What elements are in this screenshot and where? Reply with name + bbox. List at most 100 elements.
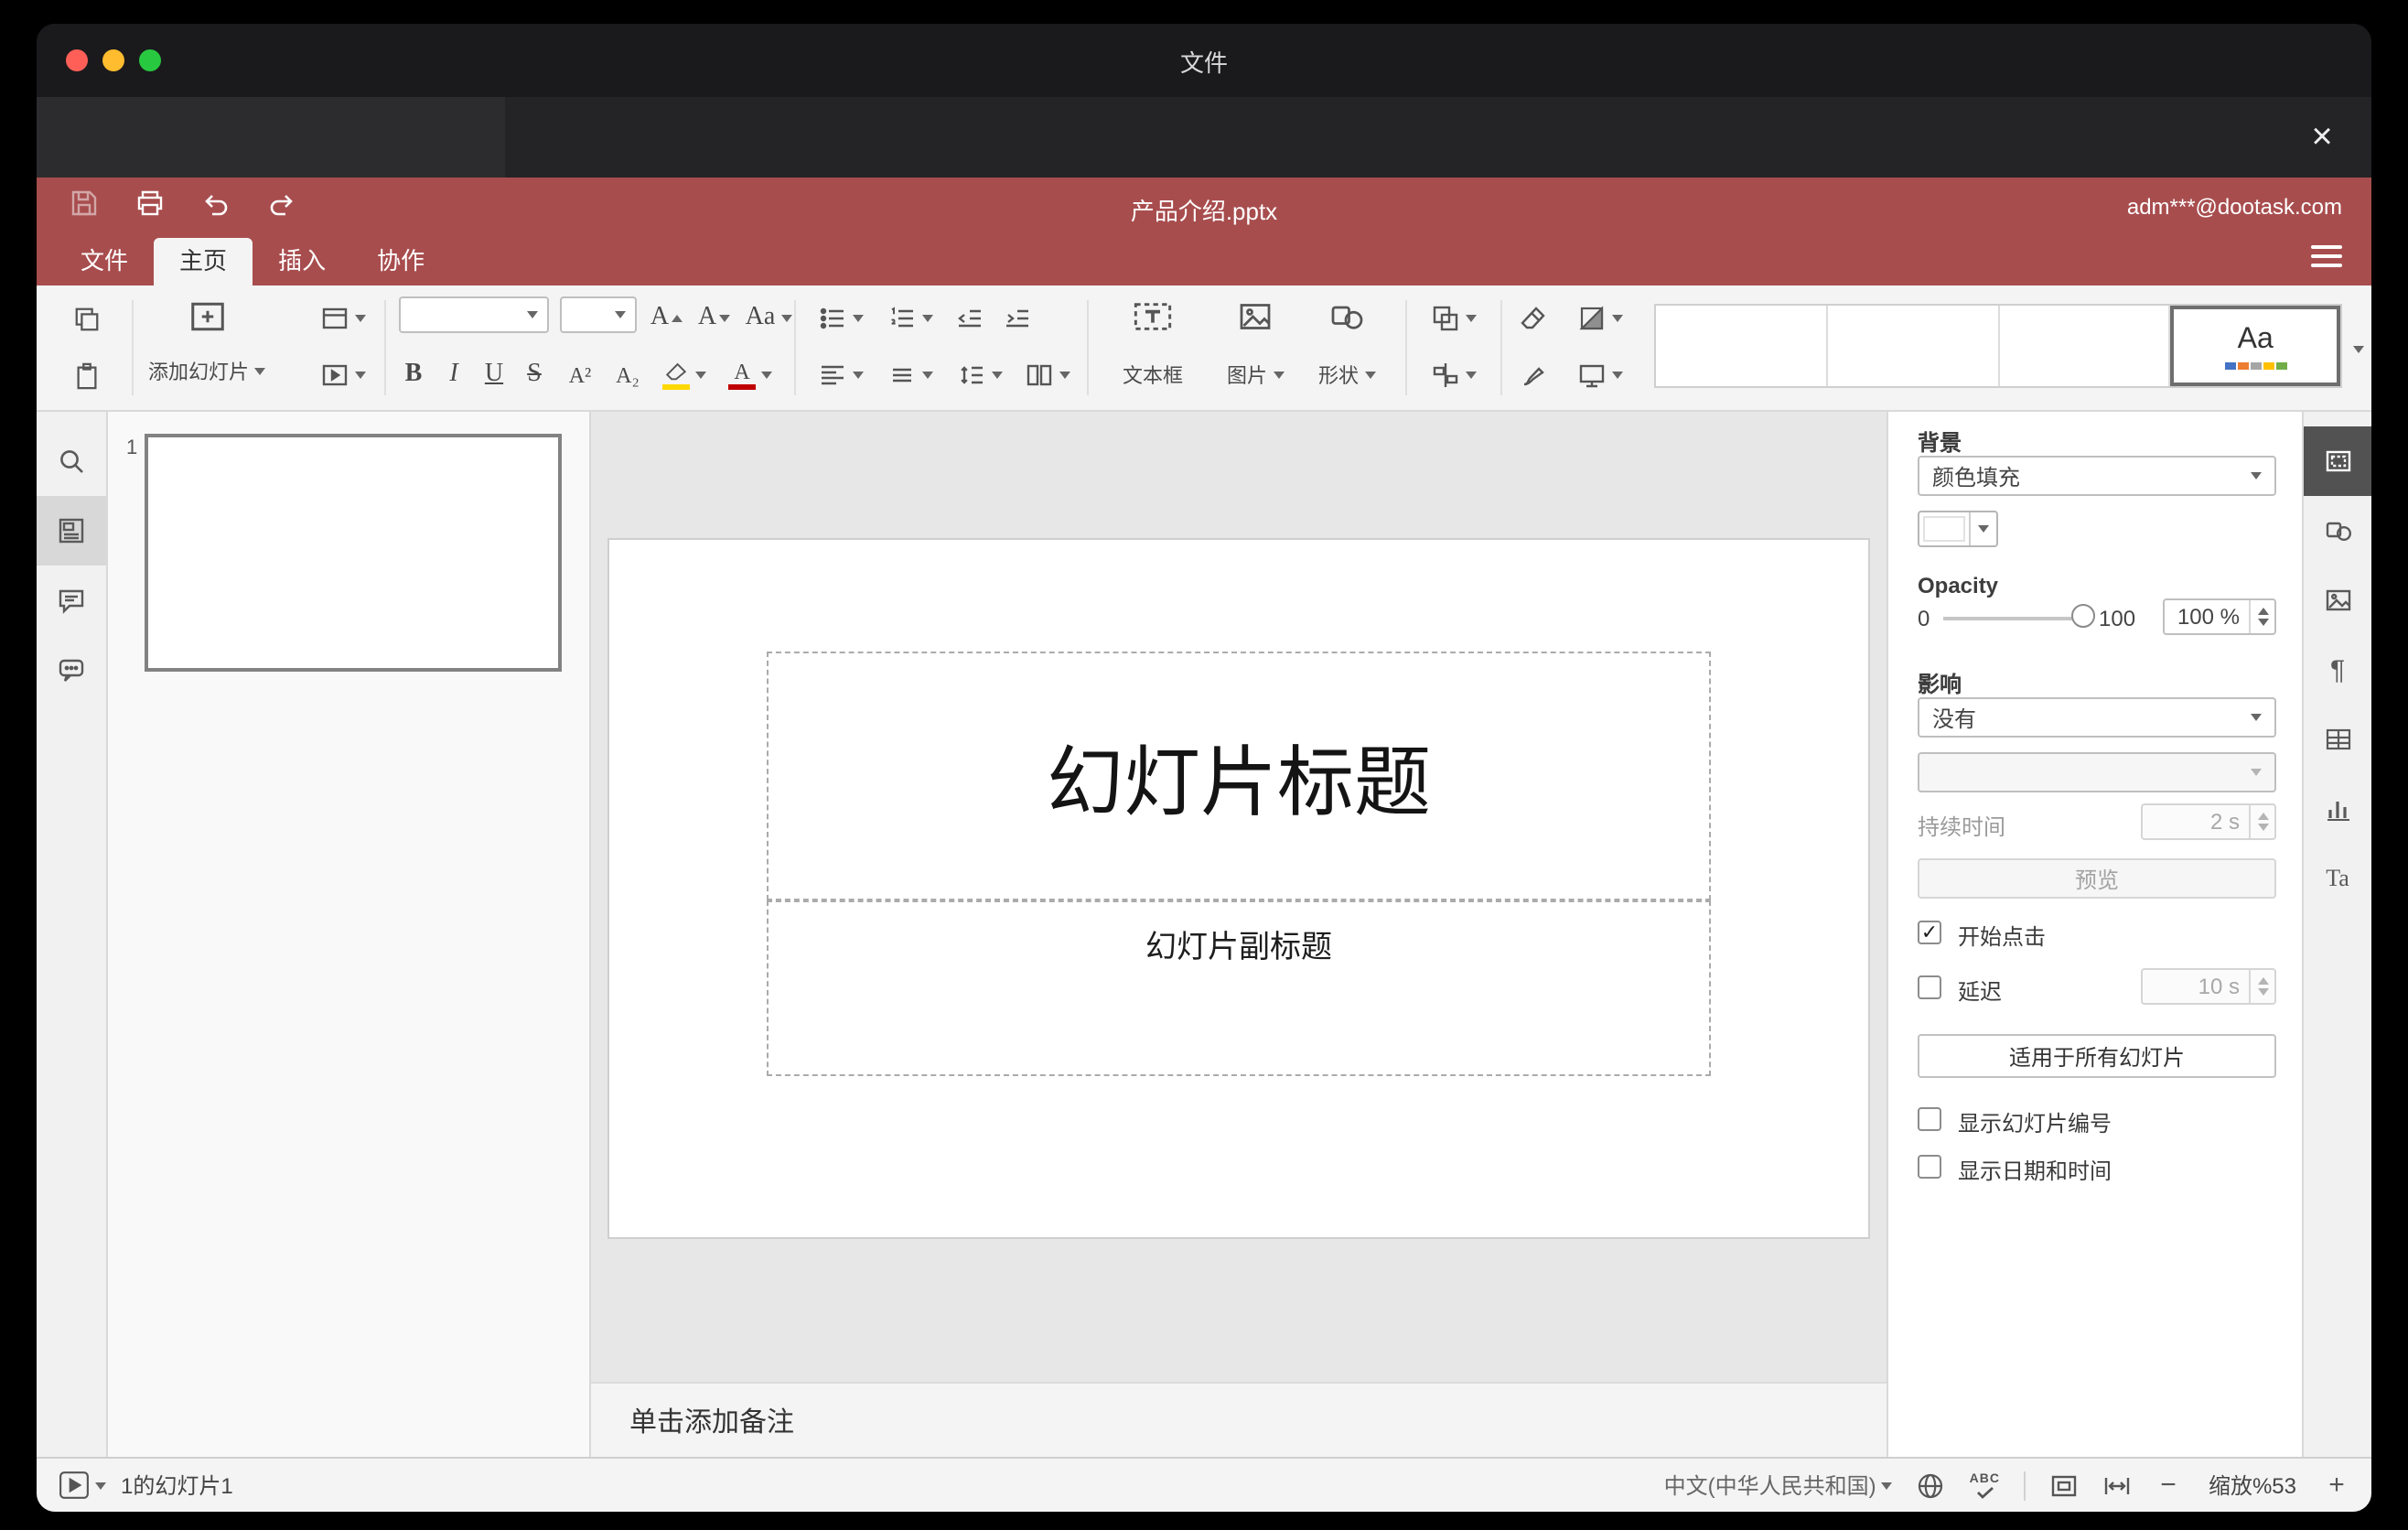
slide-subtitle-placeholder[interactable]: 幻灯片副标题 (767, 900, 1711, 1076)
insert-shape-label[interactable]: 形状 (1299, 355, 1394, 395)
undo-icon[interactable] (201, 189, 231, 218)
insert-shape-button[interactable] (1306, 291, 1387, 342)
numbering-button[interactable] (878, 295, 941, 342)
copy-style-button[interactable] (1511, 351, 1555, 399)
traffic-light-close[interactable] (66, 49, 88, 71)
opacity-slider-handle[interactable] (2071, 604, 2095, 628)
font-size-select[interactable] (560, 296, 637, 333)
slide-settings-button[interactable] (2304, 426, 2371, 496)
zoom-out-button[interactable]: − (2155, 1470, 2181, 1501)
effect-select[interactable]: 没有 (1918, 697, 2276, 738)
increase-font-button[interactable]: A (644, 295, 688, 342)
tab-insert[interactable]: 插入 (253, 238, 351, 286)
decrease-indent-button[interactable] (948, 295, 992, 342)
background-color-swatch[interactable] (1918, 511, 1998, 547)
font-color-button[interactable]: A (721, 351, 779, 399)
columns-button[interactable] (1017, 351, 1076, 399)
line-spacing-button[interactable] (948, 351, 1010, 399)
slide-thumbnail[interactable] (145, 434, 562, 672)
align-button[interactable] (809, 351, 871, 399)
spinner-down-icon[interactable] (2257, 619, 2268, 626)
highlight-color-button[interactable] (655, 351, 714, 399)
table-settings-button[interactable] (2304, 705, 2371, 774)
paragraph-settings-button[interactable]: ¶ (2304, 635, 2371, 705)
fit-slide-button[interactable] (2049, 1471, 2079, 1500)
chat-button[interactable] (37, 635, 106, 705)
subscript-button[interactable]: A₂ (604, 351, 651, 399)
search-button[interactable] (37, 426, 106, 496)
image-settings-button[interactable] (2304, 566, 2371, 635)
insert-image-button[interactable] (1215, 291, 1295, 342)
spellcheck-button[interactable]: ABC (1970, 1472, 2000, 1498)
opacity-slider[interactable] (1943, 617, 2086, 620)
traffic-light-minimize[interactable] (102, 49, 124, 71)
color-scheme-button[interactable] (1566, 295, 1632, 342)
copy-button[interactable] (62, 295, 110, 342)
opacity-spinner[interactable]: 100 % (2163, 598, 2276, 635)
print-icon[interactable] (135, 189, 165, 218)
background-fill-select[interactable]: 颜色填充 (1918, 456, 2276, 496)
paste-button[interactable] (62, 351, 110, 399)
underline-button[interactable]: U (476, 351, 512, 399)
slide-title-placeholder[interactable]: 幻灯片标题 (767, 652, 1711, 900)
start-on-click-checkbox[interactable]: ✓ (1918, 921, 1941, 944)
shape-align-button[interactable] (1420, 351, 1486, 399)
arrange-button[interactable] (1420, 295, 1486, 342)
spinner-up-icon[interactable] (2257, 608, 2268, 615)
decrease-font-button[interactable]: A (692, 295, 736, 342)
tab-collaboration[interactable]: 协作 (351, 238, 450, 286)
set-language-button[interactable] (1917, 1471, 1946, 1500)
redo-icon[interactable] (267, 189, 296, 218)
start-slideshow-button[interactable] (59, 1470, 106, 1501)
insert-textbox-label[interactable]: 文本框 (1105, 355, 1200, 395)
language-select[interactable]: 中文(中华人民共和国) (1664, 1470, 1893, 1501)
chart-settings-button[interactable] (2304, 774, 2371, 844)
slide-layout-button[interactable] (311, 295, 373, 342)
theme-item-3[interactable] (1999, 306, 2171, 386)
increase-indent-button[interactable] (995, 295, 1039, 342)
insert-image-label[interactable]: 图片 (1208, 355, 1303, 395)
traffic-light-zoom[interactable] (139, 49, 161, 71)
divider (2024, 1471, 2026, 1500)
start-slideshow-toolbar-button[interactable] (311, 351, 373, 399)
delay-spinner[interactable]: 10 s (2141, 968, 2276, 1005)
theme-item-2[interactable] (1827, 306, 1999, 386)
preview-button[interactable]: 预览 (1918, 858, 2276, 899)
tab-home[interactable]: 主页 (154, 238, 253, 286)
strikethrough-button[interactable]: S (516, 351, 553, 399)
clear-style-button[interactable] (1511, 295, 1555, 342)
notes-area[interactable]: 单击添加备注 (591, 1382, 1887, 1457)
slides-panel-button[interactable] (37, 496, 106, 566)
theme-gallery-expand-button[interactable] (2346, 326, 2371, 373)
superscript-button[interactable]: A² (556, 351, 604, 399)
delay-checkbox[interactable] (1918, 975, 1941, 999)
comments-button[interactable] (37, 566, 106, 635)
change-case-button[interactable]: Aa (739, 295, 798, 342)
duration-spinner[interactable]: 2 s (2141, 803, 2276, 840)
font-color-bar (728, 383, 756, 389)
insert-textbox-button[interactable] (1105, 291, 1200, 342)
italic-button[interactable]: I (435, 351, 472, 399)
zoom-in-button[interactable]: + (2324, 1470, 2349, 1501)
show-slide-number-checkbox[interactable] (1918, 1107, 1941, 1131)
close-icon[interactable]: × (2298, 113, 2346, 161)
menu-icon[interactable] (2311, 240, 2342, 273)
slide-size-button[interactable] (1566, 351, 1632, 399)
effect-variant-select[interactable] (1918, 752, 2276, 792)
add-slide-label-button[interactable]: 添加幻灯片 (132, 351, 282, 392)
add-slide-button[interactable] (179, 293, 234, 340)
apply-to-all-slides-button[interactable]: 适用于所有幻灯片 (1918, 1034, 2276, 1078)
show-date-time-checkbox[interactable] (1918, 1155, 1941, 1179)
textart-settings-button[interactable]: Ta (2304, 844, 2371, 913)
theme-item-1[interactable] (1656, 306, 1828, 386)
shape-settings-button[interactable] (2304, 496, 2371, 566)
fit-width-button[interactable] (2102, 1471, 2132, 1500)
window-title: 文件 (1179, 48, 1228, 76)
theme-item-selected[interactable]: Aa (2170, 306, 2340, 386)
vertical-align-button[interactable] (878, 351, 941, 399)
tab-file[interactable]: 文件 (55, 238, 154, 286)
bullets-button[interactable] (809, 295, 871, 342)
bold-button[interactable]: B (395, 351, 432, 399)
font-name-select[interactable] (399, 296, 549, 333)
save-icon[interactable] (70, 189, 99, 218)
